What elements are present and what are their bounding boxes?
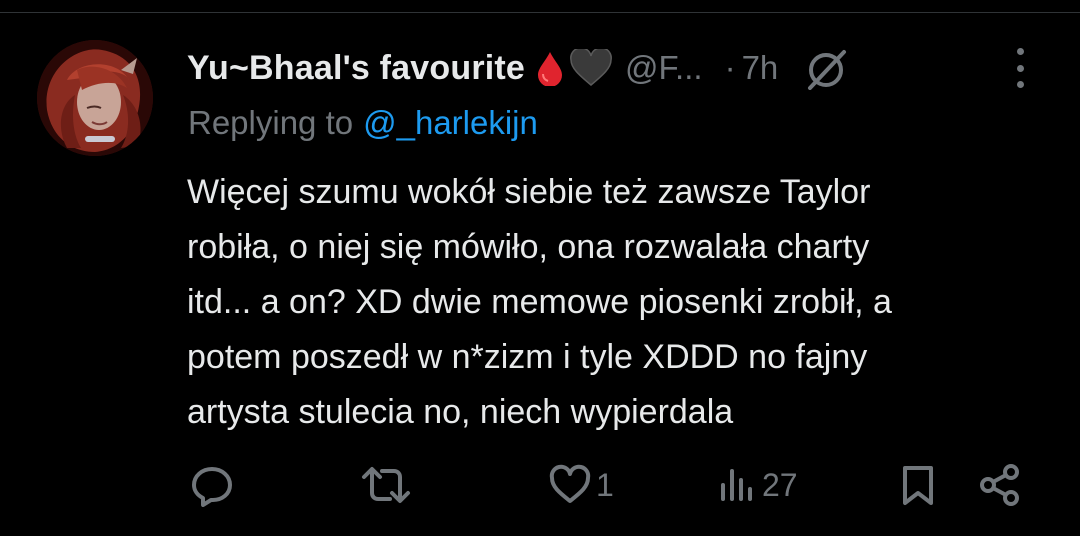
black-heart-icon bbox=[569, 49, 613, 87]
separator-dot: · bbox=[724, 49, 736, 86]
circle-slash-icon bbox=[804, 46, 848, 90]
tweet-text: Więcej szumu wokół siebie też zawsze Tay… bbox=[187, 165, 1047, 440]
reply-icon bbox=[192, 467, 232, 507]
handle[interactable]: @F... bbox=[625, 49, 703, 87]
retweet-icon bbox=[362, 467, 410, 503]
like-button[interactable]: 1 bbox=[548, 455, 614, 515]
display-name[interactable]: Yu~Bhaal's favourite bbox=[187, 49, 525, 88]
views-button[interactable]: 27 bbox=[718, 455, 798, 515]
views-icon bbox=[721, 469, 752, 501]
avatar-image bbox=[37, 40, 153, 156]
reply-button[interactable] bbox=[190, 455, 234, 515]
bookmark-icon bbox=[903, 466, 933, 505]
timestamp[interactable]: 7h bbox=[742, 49, 779, 87]
tweet-text-line: artysta stulecia no, niech wypierdala bbox=[187, 393, 734, 431]
tweet-text-line: potem poszedł w n*zizm i tyle XDDD no fa… bbox=[187, 338, 868, 376]
tweet-header: Yu~Bhaal's favourite @F... · 7h bbox=[187, 38, 967, 98]
share-button[interactable] bbox=[978, 455, 1022, 515]
reply-prefix: Replying to bbox=[188, 104, 354, 141]
avatar[interactable] bbox=[37, 40, 153, 156]
reply-mention-link[interactable]: @_harlekijn bbox=[363, 104, 538, 141]
retweet-button[interactable] bbox=[358, 455, 414, 515]
reply-context: Replying to @_harlekijn bbox=[188, 104, 538, 142]
views-count: 27 bbox=[762, 466, 798, 503]
more-options-icon[interactable] bbox=[1008, 48, 1032, 88]
like-count: 1 bbox=[596, 466, 614, 503]
action-bar: 1 27 bbox=[0, 455, 1080, 515]
tweet-text-line: robiła, o niej się mówiło, ona rozwalała… bbox=[187, 228, 870, 266]
bookmark-button[interactable] bbox=[898, 455, 938, 515]
tweet-text-line: itd... a on? XD dwie memowe piosenki zro… bbox=[187, 283, 892, 321]
top-divider bbox=[0, 12, 1080, 13]
tweet-text-line: Więcej szumu wokół siebie też zawsze Tay… bbox=[187, 173, 871, 211]
heart-icon bbox=[549, 464, 591, 503]
drop-of-blood-icon bbox=[535, 50, 565, 86]
share-icon bbox=[980, 464, 1019, 506]
